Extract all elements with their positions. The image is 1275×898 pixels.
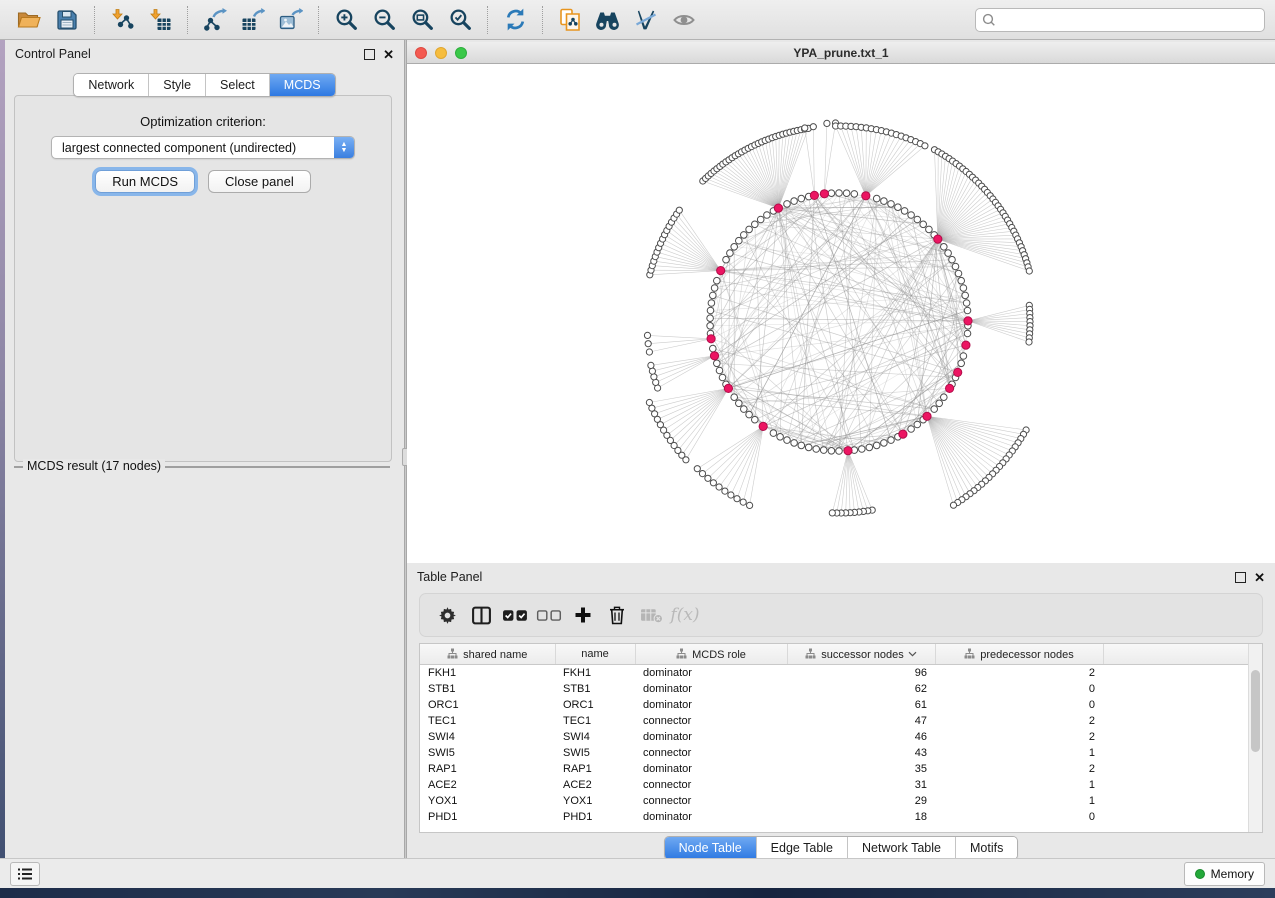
table-row[interactable]: SWI5SWI5connector431	[420, 745, 1262, 761]
close-panel-button[interactable]: Close panel	[208, 170, 311, 193]
columns-button[interactable]	[464, 599, 498, 631]
control-panel-tabs: NetworkStyleSelectMCDS	[5, 73, 404, 97]
run-mcds-button[interactable]: Run MCDS	[95, 170, 195, 193]
network-window-title: YPA_prune.txt_1	[407, 46, 1275, 60]
zoom-selected-button[interactable]	[445, 5, 475, 35]
tab-select[interactable]: Select	[206, 74, 270, 96]
memory-button[interactable]: Memory	[1184, 862, 1265, 886]
table-scrollbar[interactable]	[1248, 644, 1262, 832]
tab-mcds[interactable]: MCDS	[270, 74, 335, 96]
toolbar-separator	[187, 6, 188, 34]
network-search-box[interactable]	[975, 8, 1265, 32]
table-row[interactable]: FKH1FKH1dominator962	[420, 665, 1262, 682]
table-row[interactable]: TEC1TEC1connector472	[420, 713, 1262, 729]
column-header-filler	[1103, 644, 1262, 665]
network-canvas[interactable]	[407, 64, 1275, 563]
table-row[interactable]: PHD1PHD1dominator180	[420, 809, 1262, 825]
column-header-successor-nodes[interactable]: successor nodes	[787, 644, 935, 665]
list-icon	[17, 867, 33, 881]
tab-node-table[interactable]: Node Table	[665, 837, 757, 859]
zoom-out-button[interactable]	[369, 5, 399, 35]
toolbar-separator	[94, 6, 95, 34]
toolbar-buttons	[10, 5, 703, 35]
table-toolbar: f(x)	[419, 593, 1263, 637]
select-all-button[interactable]	[498, 599, 532, 631]
deselect-all-button[interactable]	[532, 599, 566, 631]
network-window: YPA_prune.txt_1	[407, 42, 1275, 564]
memory-label: Memory	[1211, 867, 1254, 881]
save-button[interactable]	[52, 5, 82, 35]
status-bar: Memory	[0, 858, 1275, 888]
export-network-button[interactable]	[200, 5, 230, 35]
search-input[interactable]	[1000, 12, 1258, 28]
network-window-titlebar[interactable]: YPA_prune.txt_1	[407, 42, 1275, 64]
workspace: YPA_prune.txt_1 Table Panel ✕ f(x) share…	[407, 40, 1275, 858]
table-row[interactable]: YOX1YOX1connector291	[420, 793, 1262, 809]
table-row[interactable]: RAP1RAP1dominator352	[420, 761, 1262, 777]
clone-network-button[interactable]	[555, 5, 585, 35]
show-graphics-button[interactable]	[669, 5, 699, 35]
control-panel-title: Control Panel	[15, 47, 91, 61]
zoom-fit-button[interactable]	[407, 5, 437, 35]
criterion-value: largest connected component (undirected)	[62, 141, 296, 155]
column-header-name[interactable]: name	[555, 644, 635, 665]
table-tabs: Node TableEdge TableNetwork TableMotifs	[407, 836, 1275, 860]
settings-button[interactable]	[430, 599, 464, 631]
criterion-select[interactable]: largest connected component (undirected)…	[51, 136, 355, 159]
close-panel-icon[interactable]: ✕	[383, 48, 394, 61]
open-file-button[interactable]	[14, 5, 44, 35]
table-row[interactable]: ORC1ORC1dominator610	[420, 697, 1262, 713]
add-button[interactable]	[566, 599, 600, 631]
table-row[interactable]: SWI4SWI4dominator462	[420, 729, 1262, 745]
mcds-result-group: MCDS result (17 nodes) PHD1CAR1STP4TID3Y…	[14, 466, 390, 468]
toolbar-separator	[487, 6, 488, 34]
tab-network-table[interactable]: Network Table	[848, 837, 956, 859]
zoom-in-button[interactable]	[331, 5, 361, 35]
import-network-button[interactable]	[107, 5, 137, 35]
delete-table-button	[634, 599, 668, 631]
column-header-predecessor-nodes[interactable]: predecessor nodes	[935, 644, 1103, 665]
hide-style-button[interactable]	[631, 5, 661, 35]
mcds-tab-content: Optimization criterion: largest connecte…	[14, 95, 392, 462]
tab-style[interactable]: Style	[149, 74, 206, 96]
tab-network[interactable]: Network	[74, 74, 149, 96]
float-table-panel-icon[interactable]	[1235, 572, 1246, 583]
import-table-button[interactable]	[145, 5, 175, 35]
main-toolbar	[0, 0, 1275, 40]
search-network-button[interactable]	[593, 5, 623, 35]
table-row[interactable]: ACE2ACE2connector311	[420, 777, 1262, 793]
desktop-wallpaper-bottom	[0, 888, 1275, 898]
column-header-shared-name[interactable]: shared name	[420, 644, 555, 665]
table-row[interactable]: STB1STB1dominator620	[420, 681, 1262, 697]
table-scrollbar-thumb[interactable]	[1251, 670, 1260, 752]
search-icon	[982, 13, 996, 27]
function-button: f(x)	[668, 599, 702, 631]
delete-button[interactable]	[600, 599, 634, 631]
control-panel: Control Panel ✕ NetworkStyleSelectMCDS O…	[5, 40, 404, 858]
toolbar-separator	[542, 6, 543, 34]
close-table-panel-icon[interactable]: ✕	[1254, 571, 1265, 584]
export-image-button[interactable]	[276, 5, 306, 35]
control-panel-header: Control Panel ✕	[5, 40, 404, 68]
show-panels-button[interactable]	[10, 862, 40, 886]
function-icon: f(x)	[670, 605, 699, 625]
table-panel: Table Panel ✕ f(x) shared namenameMCDS r…	[407, 563, 1275, 858]
refresh-button[interactable]	[500, 5, 530, 35]
float-panel-icon[interactable]	[364, 49, 375, 60]
tab-motifs[interactable]: Motifs	[956, 837, 1017, 859]
export-table-button[interactable]	[238, 5, 268, 35]
mcds-result-title: MCDS result (17 nodes)	[23, 459, 165, 473]
column-header-MCDS-role[interactable]: MCDS role	[635, 644, 787, 665]
table-panel-header: Table Panel ✕	[407, 563, 1275, 591]
node-table: shared namenameMCDS rolesuccessor nodesp…	[419, 643, 1263, 833]
desktop-screen: Control Panel ✕ NetworkStyleSelectMCDS O…	[0, 0, 1275, 898]
toolbar-separator	[318, 6, 319, 34]
memory-status-icon	[1195, 869, 1205, 879]
optimization-criterion-label: Optimization criterion:	[15, 114, 391, 129]
select-stepper-icon: ▲▼	[334, 137, 354, 158]
table-panel-title: Table Panel	[417, 570, 482, 584]
tab-edge-table[interactable]: Edge Table	[757, 837, 848, 859]
